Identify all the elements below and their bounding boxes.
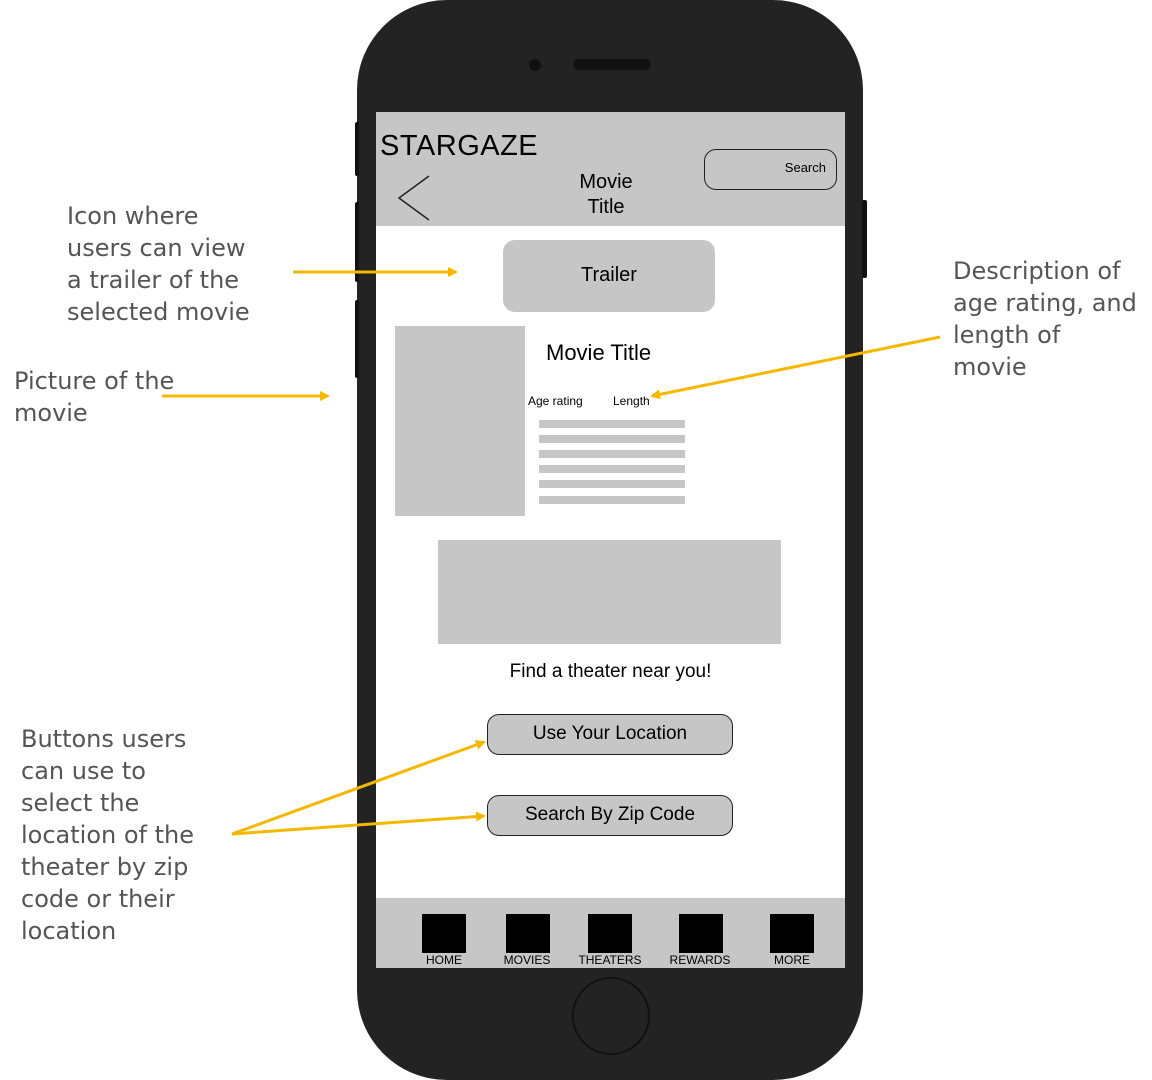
nav-label-theaters[interactable]: THEATERS bbox=[570, 953, 650, 967]
phone-screen: STARGAZE Movie Title Search Trailer Movi… bbox=[376, 112, 845, 968]
header-title: Movie Title bbox=[579, 171, 633, 218]
phone-mute-switch bbox=[355, 122, 359, 176]
phone-volume-up bbox=[355, 202, 359, 282]
app-header: STARGAZE Movie Title Search bbox=[376, 112, 845, 226]
trailer-label: Trailer bbox=[581, 264, 637, 286]
description-line bbox=[539, 450, 685, 458]
length-label: Length bbox=[613, 394, 650, 408]
back-arrow-icon[interactable] bbox=[396, 174, 432, 222]
age-rating-label: Age rating bbox=[528, 394, 583, 408]
app-brand: STARGAZE bbox=[380, 130, 539, 162]
description-line bbox=[539, 480, 685, 488]
earpiece-speaker bbox=[573, 59, 651, 70]
description-line bbox=[539, 420, 685, 428]
more-nav-icon[interactable] bbox=[770, 914, 814, 953]
movies-nav-icon[interactable] bbox=[506, 914, 550, 953]
zip-code-button[interactable]: Search By Zip Code bbox=[487, 795, 733, 836]
annotation-description: Description of age rating, and length of… bbox=[953, 257, 1137, 381]
phone-volume-down bbox=[355, 300, 359, 378]
front-camera bbox=[529, 59, 541, 71]
annotation-picture: Picture of the movie bbox=[14, 367, 175, 427]
phone-power-button bbox=[862, 200, 867, 278]
description-line bbox=[539, 435, 685, 443]
movie-title: Movie Title bbox=[546, 340, 652, 365]
nav-label-movies[interactable]: MOVIES bbox=[487, 953, 567, 967]
search-label: Search bbox=[784, 160, 826, 175]
annotation-buttons: Buttons users can use to select the loca… bbox=[21, 725, 195, 945]
rewards-nav-icon[interactable] bbox=[679, 914, 723, 953]
use-location-button[interactable]: Use Your Location bbox=[487, 714, 733, 755]
nav-label-more[interactable]: MORE bbox=[752, 953, 832, 967]
trailer-button[interactable]: Trailer bbox=[503, 240, 715, 312]
annotation-trailer: Icon where users can view a trailer of t… bbox=[67, 202, 250, 326]
description-line bbox=[539, 465, 685, 473]
banner-placeholder bbox=[438, 540, 781, 644]
theaters-nav-icon[interactable] bbox=[588, 914, 632, 953]
home-button[interactable] bbox=[572, 977, 650, 1055]
search-input[interactable]: Search bbox=[704, 149, 837, 190]
bottom-nav: HOME MOVIES THEATERS REWARDS MORE bbox=[376, 898, 845, 968]
find-theater-text: Find a theater near you! bbox=[509, 661, 712, 682]
nav-label-home[interactable]: HOME bbox=[404, 953, 484, 967]
nav-label-rewards[interactable]: REWARDS bbox=[660, 953, 740, 967]
movie-poster-placeholder bbox=[395, 326, 525, 516]
description-line bbox=[539, 496, 685, 504]
home-nav-icon[interactable] bbox=[422, 914, 466, 953]
